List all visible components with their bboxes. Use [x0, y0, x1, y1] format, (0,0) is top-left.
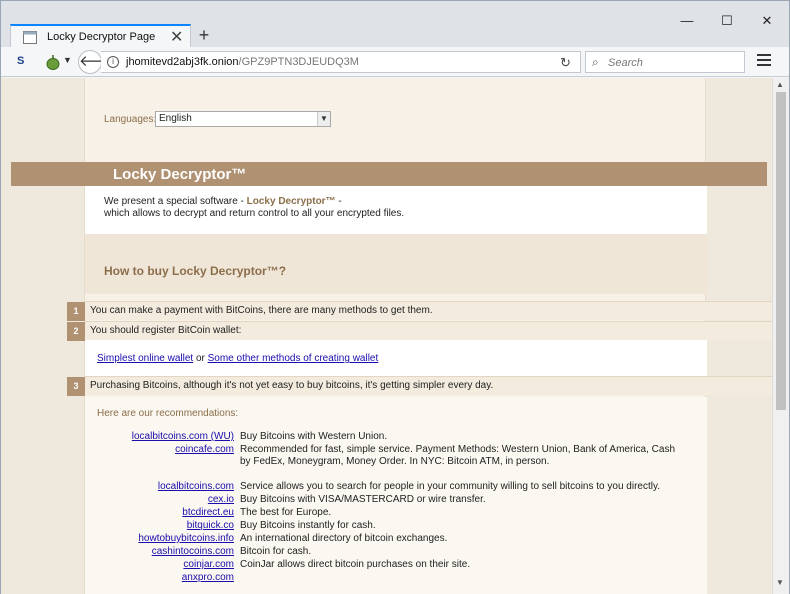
list-item: cashintocoins.com Bitcoin for cash. — [85, 546, 707, 559]
new-tab-button[interactable]: + — [194, 25, 214, 45]
scroll-down-icon[interactable]: ▼ — [776, 578, 784, 587]
recommendations-section: Here are our recommendations: localbitco… — [85, 397, 707, 594]
wallet-links-row: Simplest online wallet or Some other met… — [85, 340, 707, 376]
list-item: anxpro.com — [85, 572, 707, 585]
browser-window: Locky Decryptor Page ✕ + — ☐ ✕ S ▼ 🡐 i j… — [0, 0, 790, 594]
intro-text: We present a special software - Locky De… — [104, 196, 342, 207]
step-number: 2 — [67, 322, 85, 341]
exchange-description: Bitcoin for cash. — [240, 546, 312, 557]
howto-section: How to buy Locky Decryptor™? — [85, 234, 707, 294]
list-item: cex.io Buy Bitcoins with VISA/MASTERCARD… — [85, 494, 707, 507]
exchange-description: Buy Bitcoins with Western Union. — [240, 431, 388, 442]
exchange-link[interactable]: cashintocoins.com — [152, 546, 234, 557]
back-button[interactable]: 🡐 — [78, 50, 119, 74]
step-number: 1 — [67, 302, 85, 321]
list-item: localbitcoins.com (WU) Buy Bitcoins with… — [85, 431, 707, 444]
list-item: howtobuybitcoins.info An international d… — [85, 533, 707, 546]
search-icon: ⌕ — [592, 55, 599, 69]
minimize-button[interactable]: — — [677, 13, 697, 29]
url-text: jhomitevd2abj3fk.onion/GPZ9PTN3DJEUDQ3M — [126, 56, 359, 68]
step-row: 2 You should register BitCoin wallet: — [67, 321, 773, 341]
reload-icon[interactable]: ↻ — [560, 55, 571, 71]
list-item: localbitcoins.com Service allows you to … — [85, 481, 707, 494]
exchange-link[interactable]: coincafe.com — [175, 444, 234, 455]
exchange-link[interactable]: localbitcoins.com — [158, 481, 234, 492]
exchange-link[interactable]: anxpro.com — [182, 572, 234, 583]
tor-onion-icon[interactable] — [46, 54, 60, 70]
exchange-link[interactable]: btcdirect.eu — [182, 507, 234, 518]
exchange-link[interactable]: howtobuybitcoins.info — [138, 533, 234, 544]
close-tab-icon[interactable]: ✕ — [170, 27, 183, 47]
exchange-link[interactable]: bitquick.co — [187, 520, 234, 531]
page-content: Languages: English ▼ We present a specia… — [67, 78, 773, 594]
exchange-link[interactable]: localbitcoins.com (WU) — [132, 431, 234, 442]
howto-title: How to buy Locky Decryptor™? — [104, 264, 287, 278]
step-number: 3 — [67, 377, 85, 396]
banner: Locky Decryptor™ — [11, 162, 767, 186]
exchange-description: Service allows you to search for people … — [240, 481, 660, 492]
search-placeholder: Search — [608, 57, 643, 69]
page-viewport: Languages: English ▼ We present a specia… — [1, 78, 773, 594]
tab-active[interactable]: Locky Decryptor Page ✕ — [10, 24, 191, 48]
exchange-description: Buy Bitcoins with VISA/MASTERCARD or wir… — [240, 494, 486, 505]
intro-section: We present a special software - Locky De… — [85, 186, 707, 234]
page-icon — [23, 31, 37, 44]
step-text: Purchasing Bitcoins, although it's not y… — [90, 380, 494, 391]
language-select[interactable]: English ▼ — [155, 111, 331, 127]
address-bar[interactable]: i jhomitevd2abj3fk.onion/GPZ9PTN3DJEUDQ3… — [101, 51, 581, 73]
close-window-button[interactable]: ✕ — [757, 13, 777, 29]
exchange-description: CoinJar allows direct bitcoin purchases … — [240, 559, 471, 570]
exchange-description: An international directory of bitcoin ex… — [240, 533, 448, 544]
extension-logo-icon[interactable]: S — [17, 55, 24, 67]
exchange-link[interactable]: coinjar.com — [183, 559, 234, 570]
recommendations-title: Here are our recommendations: — [97, 408, 239, 419]
intro-text-2: which allows to decrypt and return contr… — [104, 208, 405, 219]
languages-label: Languages: — [104, 114, 157, 125]
list-item: btcdirect.eu The best for Europe. — [85, 507, 707, 520]
step-text: You should register BitCoin wallet: — [90, 325, 242, 336]
other-wallet-methods-link[interactable]: Some other methods of creating wallet — [208, 353, 379, 364]
navigation-bar: S ▼ 🡐 i jhomitevd2abj3fk.onion/GPZ9PTN3D… — [1, 47, 789, 77]
hamburger-menu-icon[interactable] — [757, 54, 771, 68]
list-item: bitquick.co Buy Bitcoins instantly for c… — [85, 520, 707, 533]
wallet-links: Simplest online wallet or Some other met… — [97, 353, 379, 364]
exchange-description: The best for Europe. — [240, 507, 332, 518]
scroll-up-icon[interactable]: ▲ — [776, 80, 784, 89]
search-input[interactable]: ⌕ Search — [585, 51, 745, 73]
list-item: coinjar.com CoinJar allows direct bitcoi… — [85, 559, 707, 572]
tab-title: Locky Decryptor Page — [47, 31, 156, 43]
step-row: 1 You can make a payment with BitCoins, … — [67, 301, 773, 321]
exchange-description: Recommended for fast, simple service. Pa… — [240, 444, 675, 467]
maximize-button[interactable]: ☐ — [717, 13, 737, 29]
chevron-down-icon[interactable]: ▼ — [317, 112, 330, 126]
chevron-down-icon[interactable]: ▼ — [63, 55, 72, 65]
page-title: Locky Decryptor™ — [113, 166, 247, 183]
vertical-scrollbar[interactable]: ▲ ▼ — [772, 78, 789, 594]
step-row: 3 Purchasing Bitcoins, although it's not… — [67, 376, 773, 396]
simplest-wallet-link[interactable]: Simplest online wallet — [97, 353, 193, 364]
step-text: You can make a payment with BitCoins, th… — [90, 305, 433, 316]
list-item: coincafe.com Recommended for fast, simpl… — [85, 444, 707, 482]
tab-strip: Locky Decryptor Page ✕ + — ☐ ✕ — [1, 1, 789, 48]
scroll-thumb[interactable] — [776, 92, 786, 410]
exchange-link[interactable]: cex.io — [208, 494, 234, 505]
exchange-description: Buy Bitcoins instantly for cash. — [240, 520, 376, 531]
info-icon[interactable]: i — [107, 56, 119, 68]
